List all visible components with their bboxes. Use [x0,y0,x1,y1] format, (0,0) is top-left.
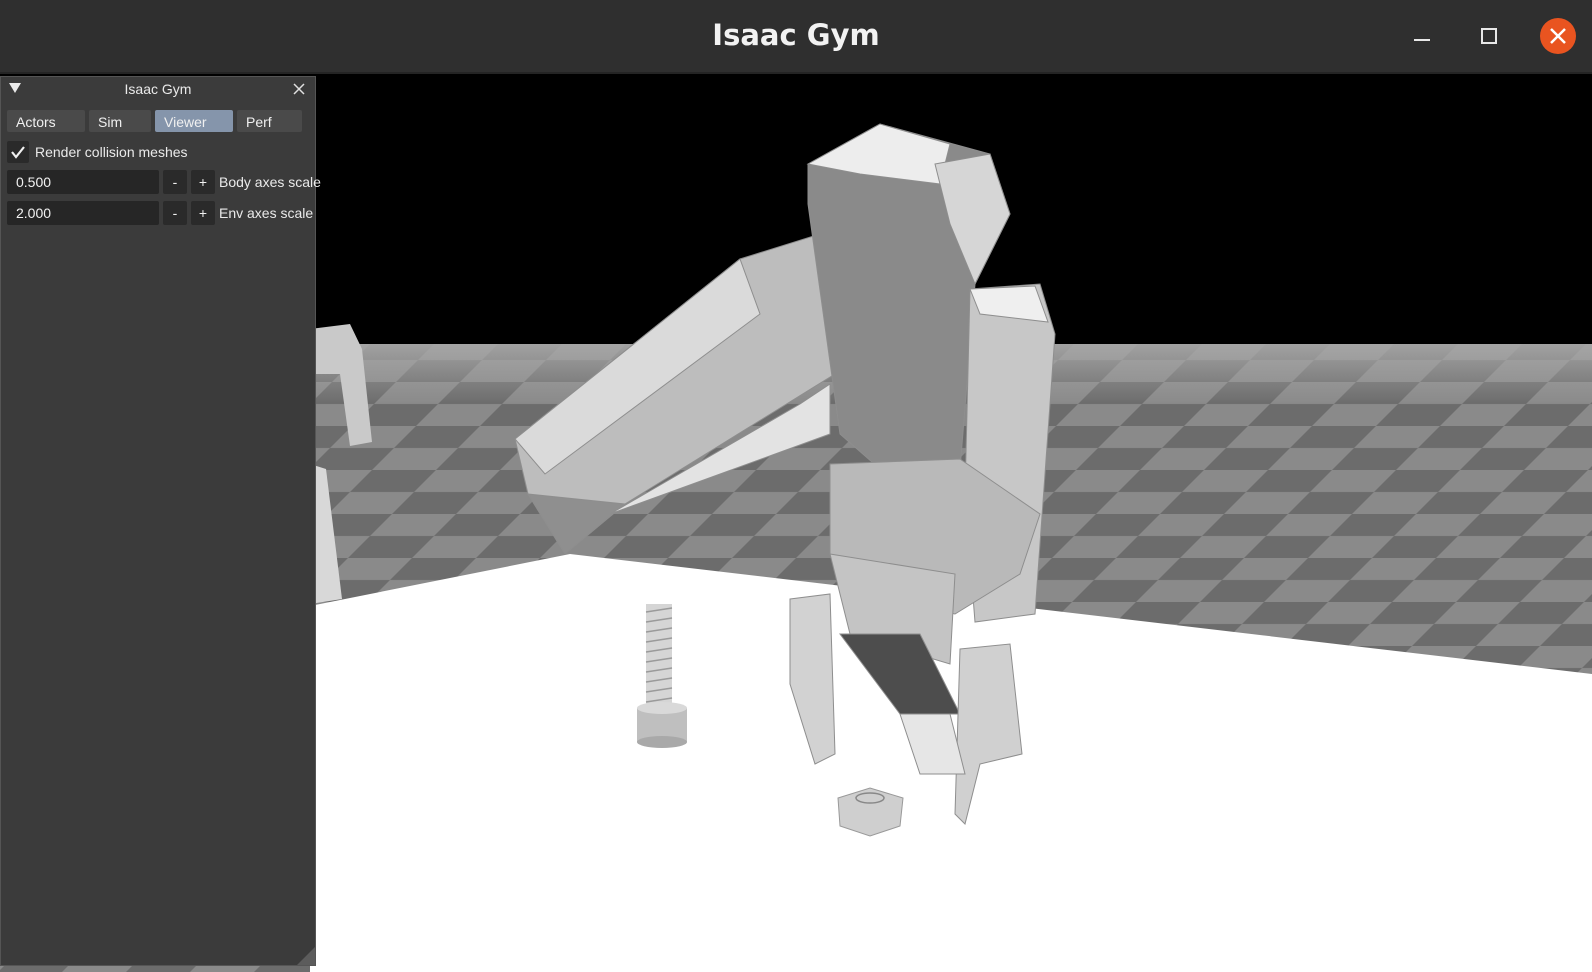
body-axes-row: 0.500 - + Body axes scale [7,170,321,194]
isaac-gym-panel: Isaac Gym Actors Sim Viewer Perf Render … [0,76,321,966]
env-axes-scale-label: Env axes scale [219,205,314,221]
env-axes-row: 2.000 - + Env axes scale [7,201,314,225]
panel-close-button[interactable] [291,81,307,97]
env-axes-decrement-button[interactable]: - [163,201,187,225]
tab-viewer[interactable]: Viewer [155,110,233,132]
body-axes-increment-button[interactable]: + [191,170,215,194]
close-icon [293,83,305,95]
window-titlebar: Isaac Gym [0,0,1592,74]
body-axes-decrement-button[interactable]: - [163,170,187,194]
tab-sim[interactable]: Sim [89,110,151,132]
panel-title: Isaac Gym [124,81,192,97]
render-collision-checkbox[interactable] [7,141,29,163]
minimize-button[interactable] [1404,18,1440,54]
close-window-button[interactable] [1540,18,1576,54]
body-axes-scale-input[interactable]: 0.500 [7,170,159,194]
env-axes-scale-input[interactable]: 2.000 [7,201,159,225]
minimize-icon [1414,39,1430,41]
checkmark-icon [11,146,25,159]
window-title: Isaac Gym [712,18,880,52]
maximize-button[interactable] [1471,18,1507,54]
body-axes-scale-label: Body axes scale [219,174,321,190]
tab-actors[interactable]: Actors [7,110,85,132]
close-icon [1550,28,1566,44]
maximize-icon [1481,28,1497,44]
render-collision-label: Render collision meshes [35,144,188,160]
tab-perf[interactable]: Perf [237,110,302,132]
panel-header: Isaac Gym [1,77,315,101]
panel-resize-grip[interactable] [297,947,315,965]
render-collision-row: Render collision meshes [7,141,307,165]
env-axes-increment-button[interactable]: + [191,201,215,225]
